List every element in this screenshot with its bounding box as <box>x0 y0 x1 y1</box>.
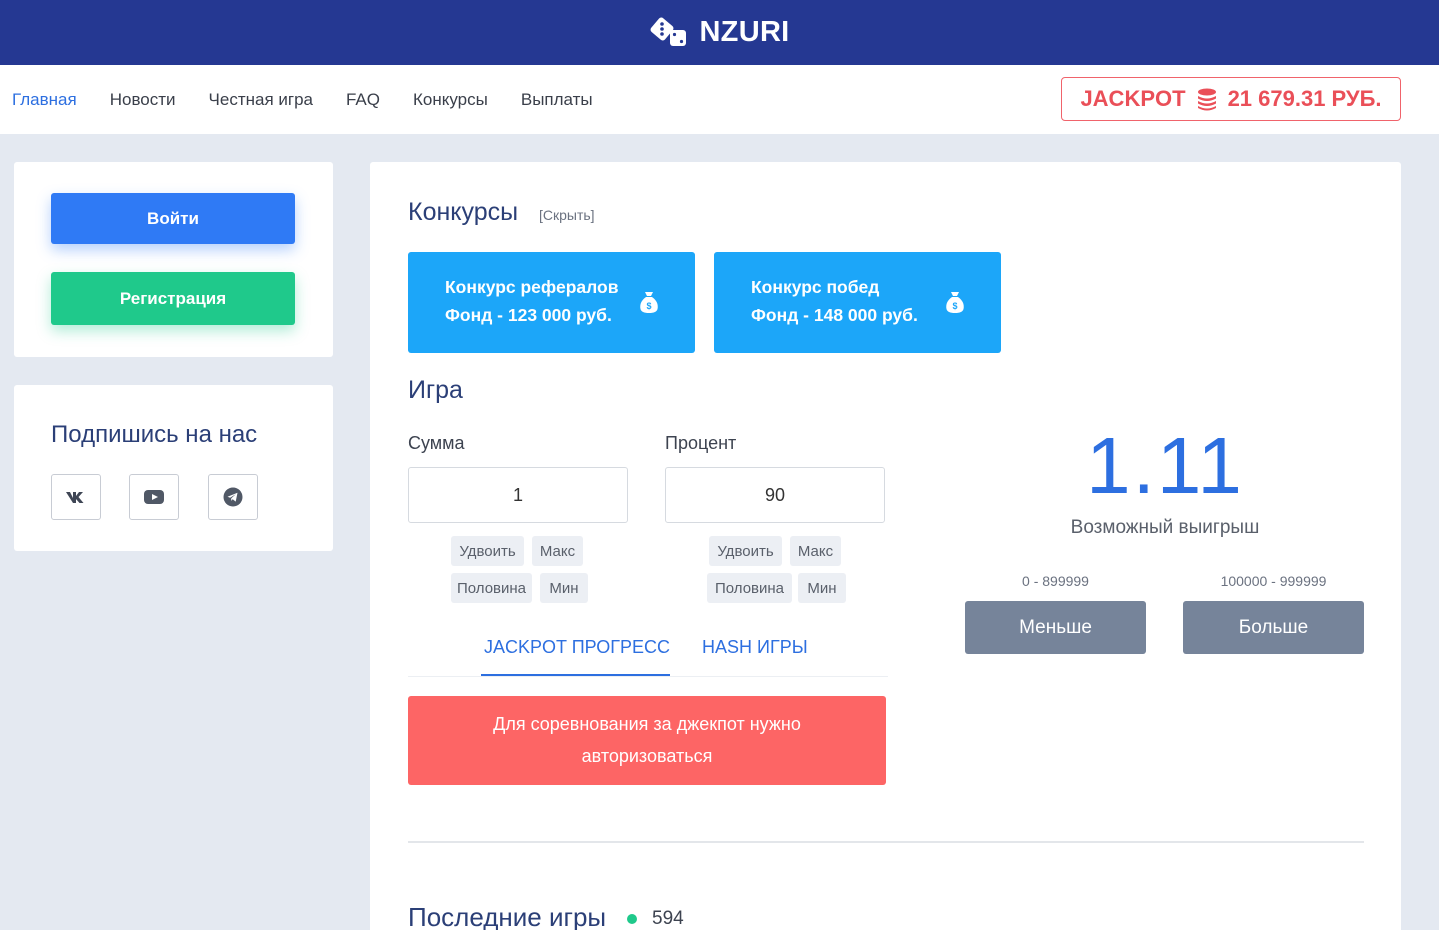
nav-item-faq[interactable]: FAQ <box>346 90 380 110</box>
logo[interactable]: NZURI <box>649 16 789 49</box>
social-card: Подпишись на нас <box>14 385 333 551</box>
percent-label: Процент <box>665 433 737 453</box>
hide-contests-link[interactable]: [Скрыть] <box>539 207 595 223</box>
nav-links: Главная Новости Честная игра FAQ Конкурс… <box>12 65 626 134</box>
amount-max-button[interactable]: Макс <box>532 536 583 566</box>
percent-double-button[interactable]: Удвоить <box>709 536 782 566</box>
percent-max-button[interactable]: Макс <box>790 536 841 566</box>
nav-item-payouts[interactable]: Выплаты <box>521 90 593 110</box>
contest-title: Конкурс рефералов <box>445 277 619 297</box>
vk-icon <box>66 492 84 503</box>
dice-icon <box>650 17 687 46</box>
vk-button[interactable] <box>51 474 101 520</box>
contest-card-referrals[interactable]: Конкурс рефералов Фонд - 123 000 руб. $ <box>408 252 695 353</box>
svg-text:$: $ <box>952 301 957 311</box>
online-count: 594 <box>652 908 684 929</box>
jackpot-label: JACKPOT <box>1080 86 1186 111</box>
nav-item-home[interactable]: Главная <box>12 90 77 110</box>
tab-jackpot-progress[interactable]: JACKPOT ПРОГРЕСС <box>484 637 670 658</box>
percent-min-button[interactable]: Мин <box>798 573 846 603</box>
auth-card: Войти Регистрация <box>14 162 333 357</box>
alert-line: Для соревнования за джекпот нужно <box>493 714 801 734</box>
nav-item-contests[interactable]: Конкурсы <box>413 90 488 110</box>
more-range: 100000 - 999999 <box>1220 573 1327 589</box>
brand-name: NZURI <box>699 16 790 48</box>
percent-input[interactable] <box>665 467 885 523</box>
win-multiplier: 1.11 <box>1086 421 1244 510</box>
jackpot-auth-alert: Для соревнования за джекпот нужно автори… <box>408 696 886 785</box>
win-label: Возможный выигрыш <box>1070 517 1260 538</box>
alert-line: авторизоваться <box>581 746 713 766</box>
active-tab-indicator <box>481 674 670 676</box>
amount-input[interactable] <box>408 467 628 523</box>
game-title: Игра <box>408 376 463 404</box>
youtube-button[interactable] <box>129 474 179 520</box>
youtube-icon <box>144 490 164 504</box>
contest-title: Конкурс побед <box>751 277 880 297</box>
jackpot-badge[interactable]: JACKPOT 21 679.31 РУБ. <box>1061 77 1401 121</box>
amount-min-button[interactable]: Мин <box>540 573 588 603</box>
jackpot-amount: 21 679.31 РУБ. <box>1227 86 1382 111</box>
svg-text:$: $ <box>646 301 651 311</box>
telegram-icon <box>223 487 243 507</box>
nav-item-news[interactable]: Новости <box>110 90 176 110</box>
online-indicator-icon <box>627 914 637 924</box>
main-card: Конкурсы [Скрыть] Конкурс рефералов Фонд… <box>370 162 1401 930</box>
amount-double-button[interactable]: Удвоить <box>451 536 524 566</box>
contests-title: Конкурсы <box>408 198 519 226</box>
bet-less-button[interactable]: Меньше <box>965 601 1146 654</box>
telegram-button[interactable] <box>208 474 258 520</box>
top-header: NZURI <box>0 0 1439 65</box>
navbar: Главная Новости Честная игра FAQ Конкурс… <box>0 65 1439 134</box>
coins-icon <box>1197 88 1216 111</box>
contest-fund: Фонд - 148 000 руб. <box>751 305 918 325</box>
contest-card-wins[interactable]: Конкурс побед Фонд - 148 000 руб. $ <box>714 252 1001 353</box>
section-divider <box>408 841 1364 843</box>
money-bag-icon: $ <box>640 292 658 313</box>
bet-more-button[interactable]: Больше <box>1183 601 1364 654</box>
tab-game-hash[interactable]: HASH ИГРЫ <box>702 637 808 658</box>
less-range: 0 - 899999 <box>1022 573 1089 589</box>
register-button[interactable]: Регистрация <box>51 272 295 325</box>
contest-fund: Фонд - 123 000 руб. <box>445 305 612 325</box>
nav-item-fair-game[interactable]: Честная игра <box>209 90 313 110</box>
social-title: Подпишись на нас <box>51 421 258 448</box>
amount-half-button[interactable]: Половина <box>451 573 532 603</box>
percent-half-button[interactable]: Половина <box>707 573 792 603</box>
login-button[interactable]: Войти <box>51 193 295 244</box>
last-games-title: Последние игры <box>408 902 607 930</box>
tabs-divider <box>408 676 888 677</box>
amount-label: Сумма <box>408 433 465 453</box>
money-bag-icon: $ <box>946 292 964 313</box>
